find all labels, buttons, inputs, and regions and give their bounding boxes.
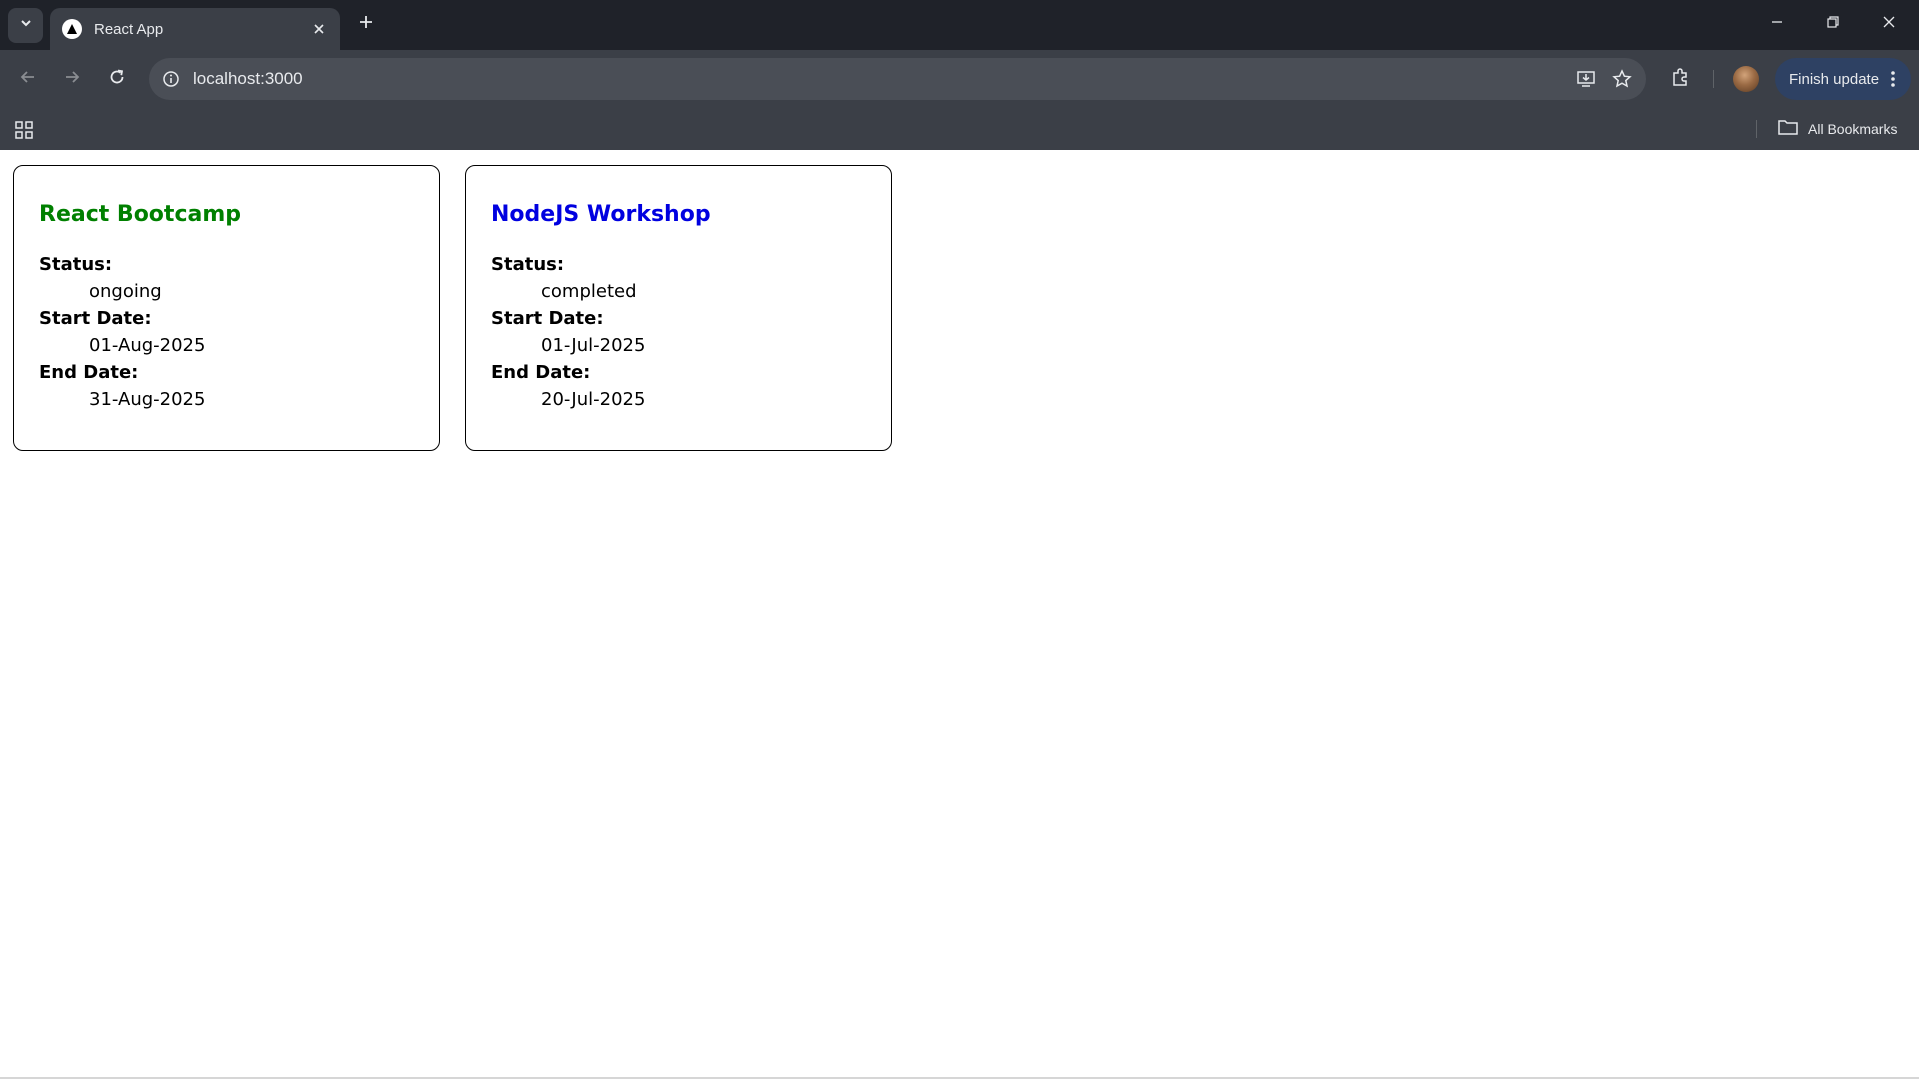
- address-bar[interactable]: localhost:3000: [149, 58, 1646, 100]
- end-date-label: End Date:: [39, 362, 139, 383]
- end-date-value: 31-Aug-2025: [89, 389, 206, 410]
- close-window-button[interactable]: [1867, 6, 1911, 42]
- profile-avatar[interactable]: [1733, 66, 1759, 92]
- arrow-right-icon: [63, 68, 81, 91]
- status-label: Status:: [491, 254, 565, 275]
- close-icon: [1882, 15, 1896, 34]
- tab-search-button[interactable]: [8, 8, 43, 43]
- restore-icon: [1826, 15, 1840, 34]
- start-date-label: Start Date:: [491, 308, 604, 329]
- toolbar-separator: [1713, 70, 1714, 88]
- all-bookmarks-label: All Bookmarks: [1808, 121, 1898, 137]
- tab-react-app[interactable]: React App: [50, 8, 340, 50]
- url-text[interactable]: localhost:3000: [193, 69, 1568, 89]
- finish-update-button[interactable]: Finish update: [1775, 58, 1911, 100]
- start-date-value: 01-Jul-2025: [541, 335, 646, 356]
- end-date-label: End Date:: [491, 362, 591, 383]
- start-date-value: 01-Aug-2025: [89, 335, 206, 356]
- apps-grid-icon[interactable]: [10, 116, 38, 144]
- all-bookmarks-button[interactable]: All Bookmarks: [1772, 114, 1903, 144]
- install-app-icon[interactable]: [1568, 61, 1604, 97]
- site-info-icon[interactable]: [155, 63, 187, 95]
- browser-toolbar: localhost:3000 Finish update: [0, 50, 1919, 108]
- start-date-label: Start Date:: [39, 308, 152, 329]
- bookmarks-separator: [1756, 120, 1757, 138]
- status-value: completed: [541, 281, 637, 302]
- more-options-icon[interactable]: [1881, 67, 1905, 91]
- folder-icon: [1778, 119, 1798, 140]
- arrow-left-icon: [19, 68, 37, 91]
- status-value: ongoing: [89, 281, 162, 302]
- tab-title: React App: [94, 20, 164, 38]
- course-card: React Bootcamp Status: ongoing Start Dat…: [13, 165, 440, 451]
- reload-button[interactable]: [100, 62, 134, 96]
- chevron-down-icon: [19, 16, 33, 35]
- puzzle-icon: [1670, 67, 1690, 92]
- finish-update-label: Finish update: [1789, 70, 1880, 88]
- bookmark-star-icon[interactable]: [1604, 61, 1640, 97]
- plus-icon: [358, 14, 374, 35]
- minimize-button[interactable]: [1755, 6, 1799, 42]
- close-tab-icon[interactable]: [306, 16, 332, 42]
- bookmarks-bar: All Bookmarks: [0, 108, 1919, 150]
- course-card: NodeJS Workshop Status: completed Start …: [465, 165, 892, 451]
- status-label: Status:: [39, 254, 113, 275]
- card-title: React Bootcamp: [39, 202, 241, 227]
- back-button[interactable]: [11, 62, 45, 96]
- reload-icon: [108, 68, 126, 91]
- tab-strip: React App: [0, 0, 1919, 50]
- restore-button[interactable]: [1811, 6, 1855, 42]
- extensions-button[interactable]: [1663, 62, 1697, 96]
- new-tab-button[interactable]: [352, 10, 380, 38]
- favicon-icon: [62, 19, 82, 39]
- page-content: React Bootcamp Status: ongoing Start Dat…: [0, 150, 1919, 1079]
- end-date-value: 20-Jul-2025: [541, 389, 646, 410]
- minimize-icon: [1770, 15, 1784, 34]
- forward-button[interactable]: [55, 62, 89, 96]
- card-title: NodeJS Workshop: [491, 202, 711, 227]
